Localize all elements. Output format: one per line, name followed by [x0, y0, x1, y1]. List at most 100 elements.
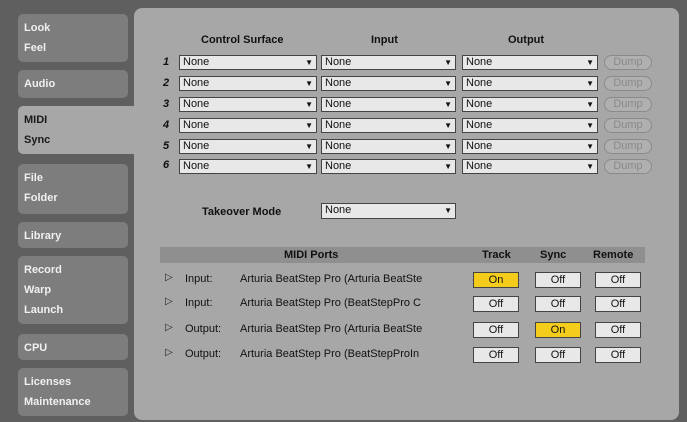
input-select[interactable]: None ▼	[321, 76, 456, 91]
sync-toggle[interactable]: On	[535, 322, 581, 338]
remote-toggle[interactable]: Off	[595, 296, 641, 312]
header-input: Input	[371, 34, 398, 46]
dump-button[interactable]: Dump	[604, 97, 652, 112]
tab-label: Folder	[24, 192, 58, 204]
tab-label: File	[24, 172, 43, 184]
expand-triangle-icon[interactable]: ▷	[165, 322, 173, 333]
output-select[interactable]: None ▼	[462, 118, 598, 133]
row-number: 2	[163, 77, 170, 89]
control-surface-select[interactable]: None ▼	[179, 159, 317, 174]
tab-licenses-maintenance[interactable]: Licenses Maintenance	[18, 368, 128, 416]
header-track: Track	[482, 249, 511, 261]
port-name: Arturia BeatStep Pro (Arturia BeatSte	[240, 273, 423, 285]
row-number: 4	[163, 119, 170, 131]
remote-toggle[interactable]: Off	[595, 347, 641, 363]
dropdown-arrow-icon: ▼	[305, 142, 313, 151]
dropdown-arrow-icon: ▼	[305, 79, 313, 88]
sync-toggle[interactable]: Off	[535, 272, 581, 288]
remote-toggle[interactable]: Off	[595, 272, 641, 288]
dump-button[interactable]: Dump	[604, 139, 652, 154]
control-surface-select[interactable]: None ▼	[179, 55, 317, 70]
midi-port-row: ▷ Input: Arturia BeatStep Pro (BeatStepP…	[160, 296, 645, 312]
midi-ports-header: MIDI Ports Track Sync Remote	[160, 247, 645, 263]
input-select[interactable]: None ▼	[321, 118, 456, 133]
input-select[interactable]: None ▼	[321, 55, 456, 70]
tab-label: Maintenance	[24, 396, 91, 408]
dump-button[interactable]: Dump	[604, 159, 652, 174]
header-output: Output	[508, 34, 545, 46]
tab-label: Library	[24, 230, 62, 242]
track-toggle[interactable]: On	[473, 272, 519, 288]
output-select[interactable]: None ▼	[462, 139, 598, 154]
expand-triangle-icon[interactable]: ▷	[165, 296, 173, 307]
dropdown-arrow-icon: ▼	[444, 162, 452, 171]
tab-label: Record	[24, 264, 62, 276]
control-surface-select[interactable]: None ▼	[179, 139, 317, 154]
tab-file-folder[interactable]: File Folder	[18, 164, 128, 214]
dropdown-arrow-icon: ▼	[586, 100, 594, 109]
tab-label: MIDI	[24, 114, 48, 126]
tab-audio[interactable]: Audio	[18, 70, 128, 98]
track-toggle[interactable]: Off	[473, 296, 519, 312]
tab-label: Look	[24, 22, 51, 34]
input-select[interactable]: None ▼	[321, 159, 456, 174]
dropdown-arrow-icon: ▼	[305, 162, 313, 171]
tab-label: CPU	[24, 342, 48, 354]
takeover-mode-select[interactable]: None ▼	[321, 203, 456, 219]
row-number: 5	[163, 140, 170, 152]
row-number: 1	[163, 56, 170, 68]
port-name: Arturia BeatStep Pro (Arturia BeatSte	[240, 323, 423, 335]
output-select[interactable]: None ▼	[462, 76, 598, 91]
dropdown-arrow-icon: ▼	[444, 142, 452, 151]
track-toggle[interactable]: Off	[473, 322, 519, 338]
tab-midi-sync[interactable]: MIDI Sync	[18, 106, 142, 154]
dropdown-arrow-icon: ▼	[305, 121, 313, 130]
midi-port-row: ▷ Output: Arturia BeatStep Pro (Arturia …	[160, 322, 645, 338]
control-surface-select[interactable]: None ▼	[179, 97, 317, 112]
dropdown-arrow-icon: ▼	[586, 142, 594, 151]
control-surface-select[interactable]: None ▼	[179, 118, 317, 133]
control-surface-select[interactable]: None ▼	[179, 76, 317, 91]
header-sync: Sync	[540, 249, 567, 261]
output-select[interactable]: None ▼	[462, 97, 598, 112]
dropdown-arrow-icon: ▼	[305, 58, 313, 67]
remote-toggle[interactable]: Off	[595, 322, 641, 338]
port-kind: Input:	[185, 273, 213, 285]
output-select[interactable]: None ▼	[462, 55, 598, 70]
dropdown-arrow-icon: ▼	[586, 58, 594, 67]
dropdown-arrow-icon: ▼	[586, 121, 594, 130]
input-select[interactable]: None ▼	[321, 139, 456, 154]
midi-port-row: ▷ Output: Arturia BeatStep Pro (BeatStep…	[160, 347, 645, 363]
tab-look-feel[interactable]: Look Feel	[18, 14, 128, 62]
midi-port-row: ▷ Input: Arturia BeatStep Pro (Arturia B…	[160, 272, 645, 288]
track-toggle[interactable]: Off	[473, 347, 519, 363]
port-name: Arturia BeatStep Pro (BeatStepPro C	[240, 297, 421, 309]
port-kind: Output:	[185, 323, 222, 335]
dump-button[interactable]: Dump	[604, 55, 652, 70]
header-remote: Remote	[593, 249, 634, 261]
dropdown-arrow-icon: ▼	[444, 100, 452, 109]
output-select[interactable]: None ▼	[462, 159, 598, 174]
tab-label: Audio	[24, 78, 56, 90]
header-control-surface: Control Surface	[201, 34, 284, 46]
tab-cpu[interactable]: CPU	[18, 334, 128, 360]
port-kind: Input:	[185, 297, 213, 309]
dump-button[interactable]: Dump	[604, 118, 652, 133]
row-number: 3	[163, 98, 170, 110]
tab-label: Launch	[24, 304, 64, 316]
input-select[interactable]: None ▼	[321, 97, 456, 112]
port-name: Arturia BeatStep Pro (BeatStepProIn	[240, 348, 420, 360]
expand-triangle-icon[interactable]: ▷	[165, 347, 173, 358]
tab-label: Feel	[24, 42, 47, 54]
dump-button[interactable]: Dump	[604, 76, 652, 91]
dropdown-arrow-icon: ▼	[444, 79, 452, 88]
sync-toggle[interactable]: Off	[535, 296, 581, 312]
dropdown-arrow-icon: ▼	[444, 58, 452, 67]
header-midi-ports: MIDI Ports	[284, 249, 339, 261]
expand-triangle-icon[interactable]: ▷	[165, 272, 173, 283]
tab-library[interactable]: Library	[18, 222, 128, 248]
sync-toggle[interactable]: Off	[535, 347, 581, 363]
dropdown-arrow-icon: ▼	[586, 79, 594, 88]
tab-record-warp-launch[interactable]: Record Warp Launch	[18, 256, 128, 324]
tab-label: Licenses	[24, 376, 72, 388]
